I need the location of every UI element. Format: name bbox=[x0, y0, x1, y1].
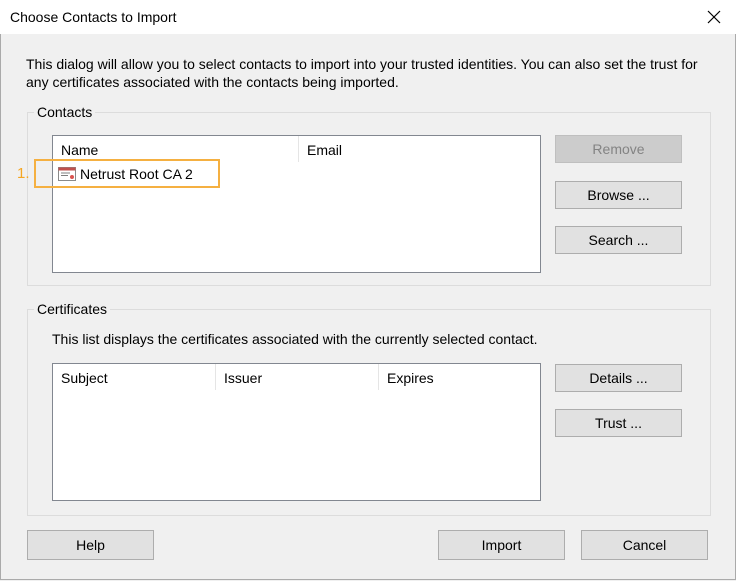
title-bar: Choose Contacts to Import bbox=[0, 0, 736, 34]
search-button[interactable]: Search ... bbox=[555, 226, 682, 254]
annotation-number: 1. bbox=[17, 165, 30, 182]
certificates-description: This list displays the certificates asso… bbox=[52, 331, 538, 347]
trust-button[interactable]: Trust ... bbox=[555, 409, 682, 437]
remove-button[interactable]: Remove bbox=[555, 135, 682, 163]
contacts-group-label: Contacts bbox=[34, 104, 96, 120]
column-header-issuer[interactable]: Issuer bbox=[216, 364, 378, 390]
certificates-group-label: Certificates bbox=[34, 301, 111, 317]
close-icon bbox=[707, 10, 721, 24]
import-button[interactable]: Import bbox=[438, 530, 565, 560]
help-button[interactable]: Help bbox=[27, 530, 154, 560]
annotation-highlight bbox=[34, 159, 220, 188]
column-header-expires[interactable]: Expires bbox=[379, 364, 539, 390]
window-title: Choose Contacts to Import bbox=[10, 9, 177, 25]
column-header-subject[interactable]: Subject bbox=[53, 364, 215, 390]
intro-text: This dialog will allow you to select con… bbox=[26, 56, 698, 90]
cancel-button[interactable]: Cancel bbox=[581, 530, 708, 560]
certificates-list[interactable]: Subject Issuer Expires bbox=[52, 363, 541, 501]
column-header-email[interactable]: Email bbox=[299, 136, 539, 162]
details-button[interactable]: Details ... bbox=[555, 364, 682, 392]
close-button[interactable] bbox=[692, 0, 736, 34]
browse-button[interactable]: Browse ... bbox=[555, 181, 682, 209]
contacts-list[interactable]: Name Email bbox=[52, 135, 541, 273]
